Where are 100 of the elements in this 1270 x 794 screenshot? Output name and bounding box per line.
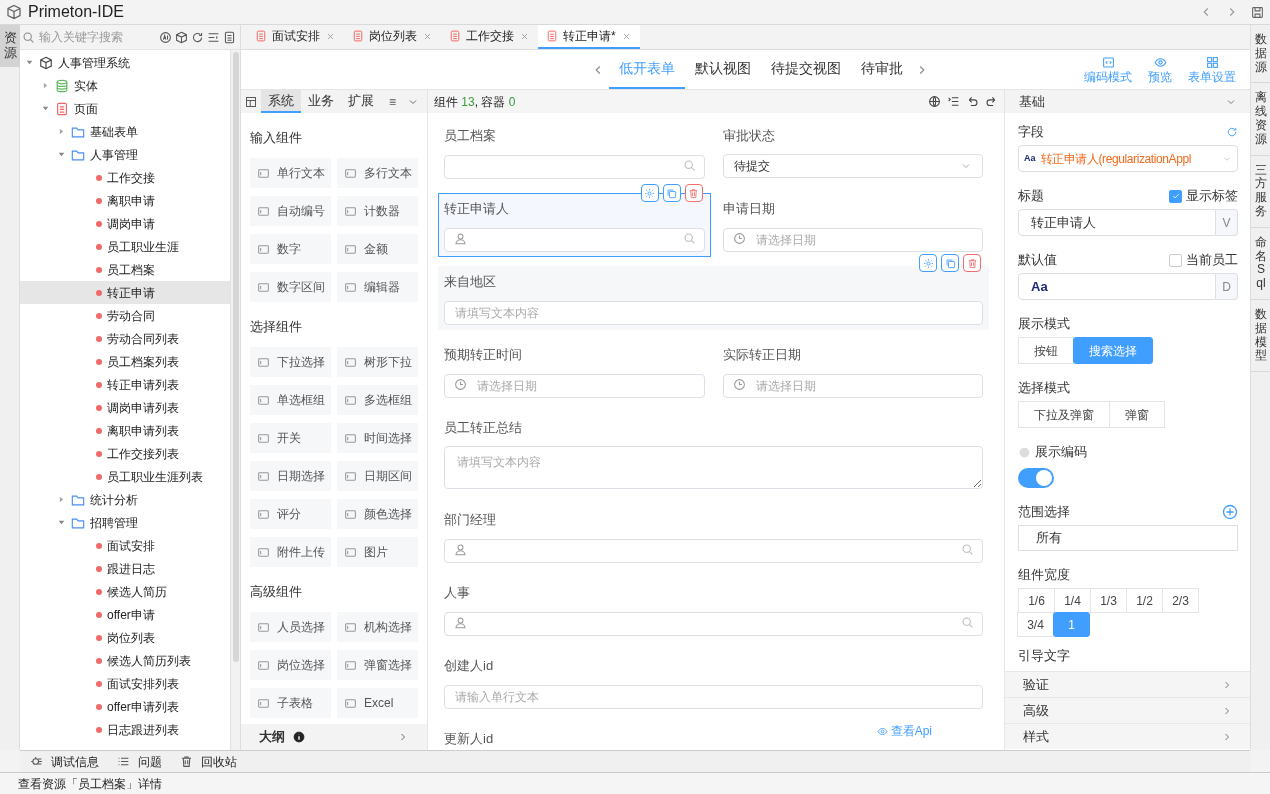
ai-icon[interactable] [159, 30, 172, 44]
tree-item[interactable]: 调岗申请列表 [20, 396, 230, 419]
component-item[interactable]: 人员选择 [250, 612, 331, 642]
copy-button[interactable] [941, 254, 959, 272]
component-item[interactable]: Excel [337, 688, 418, 718]
delete-button[interactable] [684, 184, 703, 202]
tree-item[interactable]: 工作交接列表 [20, 442, 230, 465]
text-field[interactable]: 所有 [1018, 525, 1238, 551]
dropdown[interactable]: Aa 转正申请人(regularizationAppl [1018, 145, 1238, 172]
search-field[interactable] [444, 155, 705, 179]
tree-item[interactable]: 工作交接 [20, 166, 230, 189]
tree-item[interactable]: 转正申请 [20, 281, 230, 304]
tree-item[interactable]: offer申请列表 [20, 695, 230, 718]
view-tab[interactable]: 默认视图 [685, 50, 761, 89]
tree-item[interactable]: 统计分析 [20, 488, 230, 511]
tree-item[interactable]: 调岗申请 [20, 212, 230, 235]
component-item[interactable]: 单行文本 [250, 158, 331, 188]
tree-item[interactable]: 跟进日志 [20, 557, 230, 580]
text-area[interactable]: 请填写文本内容 [444, 446, 983, 489]
tree-item[interactable]: 离职申请列表 [20, 419, 230, 442]
component-item[interactable]: 颜色选择 [337, 499, 418, 529]
rail-tab[interactable]: 三方服务 [1251, 155, 1270, 228]
segment-option[interactable]: 下拉及弹窗 [1018, 401, 1110, 428]
tree-item[interactable]: 员工档案列表 [20, 350, 230, 373]
checkbox[interactable] [1169, 189, 1182, 203]
tree-item[interactable]: 基础表单 [20, 120, 230, 143]
component-item[interactable]: 计数器 [337, 196, 418, 226]
component-item[interactable]: 日期选择 [250, 461, 331, 491]
segment-option[interactable]: 按钮 [1018, 337, 1074, 364]
tree-item[interactable]: 面试安排列表 [20, 672, 230, 695]
editor-tab[interactable]: 转正申请* [538, 25, 640, 49]
segment-option[interactable]: 1/3 [1090, 588, 1127, 613]
view-tab[interactable]: 待审批 [851, 50, 913, 89]
section-header[interactable]: 验证 [1005, 671, 1251, 697]
section-header[interactable]: 高级 [1005, 697, 1251, 723]
tool-button[interactable]: 问题 [117, 752, 162, 771]
filter-icon[interactable] [207, 30, 220, 44]
component-item[interactable]: 金额 [337, 234, 418, 264]
rail-tab[interactable]: 离线资源 [1251, 83, 1270, 156]
undo-icon[interactable] [966, 95, 979, 108]
rail-tab[interactable]: 命名Sql [1251, 227, 1270, 300]
rail-tab[interactable]: 资源 [0, 25, 20, 67]
component-item[interactable]: 弹窗选择 [337, 650, 418, 680]
dropdown[interactable]: 待提交 [722, 154, 983, 178]
outline-icon[interactable] [947, 95, 960, 108]
palette-tab[interactable]: 系统 [261, 90, 301, 113]
component-item[interactable]: 下拉选择 [250, 347, 331, 377]
tree-item[interactable]: offer申请 [20, 603, 230, 626]
component-item[interactable]: 自动编号 [250, 196, 331, 226]
scrollbar[interactable] [230, 50, 240, 750]
search-bar[interactable]: 输入关键字搜索 [20, 25, 240, 50]
collapse-arrow-icon[interactable] [57, 150, 66, 159]
refresh-icon[interactable] [191, 30, 204, 44]
globe-icon[interactable] [928, 95, 941, 108]
tree-item[interactable]: 离职申请 [20, 189, 230, 212]
expand-arrow-icon[interactable] [57, 127, 66, 136]
tree-item[interactable]: 岗位列表 [20, 626, 230, 649]
tree-item[interactable]: 员工职业生涯列表 [20, 465, 230, 488]
segment-option[interactable]: 3/4 [1017, 612, 1054, 637]
palette-tab[interactable]: 扩展 [341, 90, 381, 113]
tree-item[interactable]: 劳动合同列表 [20, 327, 230, 350]
redo-icon[interactable] [985, 95, 998, 108]
expand-arrow-icon[interactable] [57, 495, 66, 504]
tree-item[interactable]: 人事管理 [20, 143, 230, 166]
tree-item[interactable]: 员工档案 [20, 258, 230, 281]
person-field[interactable] [444, 539, 983, 563]
settings-button[interactable] [640, 184, 659, 202]
date-field[interactable]: 请选择日期 [722, 374, 983, 398]
editor-tab[interactable]: 工作交接 [441, 25, 538, 49]
tree-item[interactable]: 劳动合同 [20, 304, 230, 327]
rail-tab[interactable]: 数据源 [1251, 25, 1270, 84]
expand-arrow-icon[interactable] [41, 81, 50, 90]
checkbox[interactable] [1169, 253, 1182, 267]
date-field[interactable]: 请选择日期 [722, 228, 983, 252]
rail-tab[interactable]: 数据模型 [1251, 299, 1270, 373]
component-item[interactable]: 数字 [250, 234, 331, 264]
person-field[interactable] [444, 612, 983, 636]
copy-button[interactable] [662, 184, 681, 202]
component-item[interactable]: 评分 [250, 499, 331, 529]
view-tab[interactable]: 待提交视图 [761, 50, 851, 89]
tree-item[interactable]: 候选人简历列表 [20, 649, 230, 672]
text-field[interactable]: 请填写文本内容 [444, 301, 983, 325]
tree-item[interactable]: 招聘管理 [20, 511, 230, 534]
segment-option[interactable]: 弹窗 [1109, 401, 1165, 428]
form-field[interactable]: 来自地区 请填写文本内容 [438, 266, 989, 330]
component-item[interactable]: 图片 [337, 537, 418, 567]
component-item[interactable]: 开关 [250, 423, 331, 453]
component-item[interactable]: 多选框组 [337, 385, 418, 415]
save-icon[interactable] [1251, 5, 1264, 19]
collapse-arrow-icon[interactable] [57, 518, 66, 527]
palette-tab[interactable]: 业务 [301, 90, 341, 113]
component-item[interactable]: 岗位选择 [250, 650, 331, 680]
tree-item[interactable]: 实体 [20, 74, 230, 97]
editor-tab[interactable]: 面试安排 [247, 25, 344, 49]
document-icon[interactable] [223, 30, 236, 44]
section-header[interactable]: 样式 [1005, 723, 1251, 749]
search-field[interactable]: 输入关键字搜索 [39, 28, 156, 46]
tree-item[interactable]: 候选人简历 [20, 580, 230, 603]
component-item[interactable]: 子表格 [250, 688, 331, 718]
toggle-switch[interactable] [1018, 468, 1054, 488]
